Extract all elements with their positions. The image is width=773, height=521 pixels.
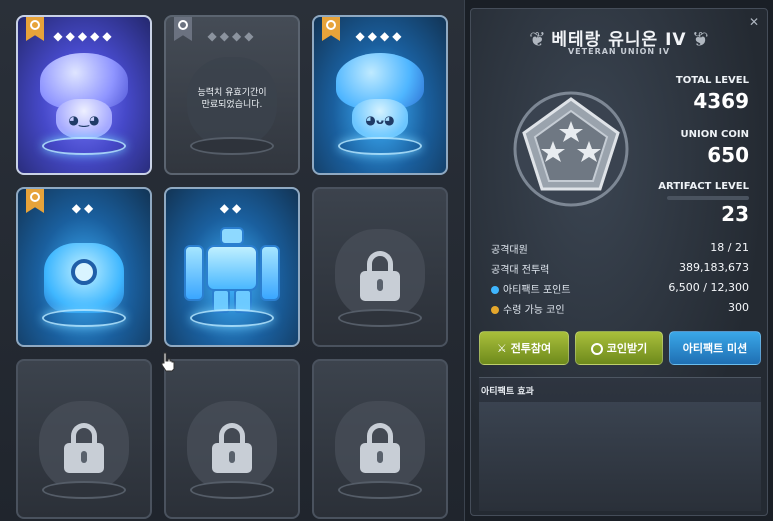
artifact-points-label: 아티팩트 포인트 <box>503 285 571 296</box>
pedestal <box>42 309 126 327</box>
pedestal <box>338 137 422 155</box>
artifact-card-5[interactable]: ◆◆ <box>164 187 300 347</box>
artifact-level-label: ARTIFACT LEVEL <box>658 181 749 192</box>
gem-icon <box>491 286 499 294</box>
pedestal <box>338 309 422 327</box>
artifact-stars: ◆◆◆◆◆ <box>53 29 115 43</box>
pedestal <box>190 309 274 327</box>
raid-members-label: 공격대원 <box>491 245 528 256</box>
artifact-card-7[interactable] <box>16 359 152 519</box>
artifact-mission-button[interactable]: 아티팩트 미션 <box>669 331 761 365</box>
artifact-stars: ◆◆ <box>219 201 245 215</box>
artifact-card-3[interactable]: ◆◆◆◆ ◕ᴗ◕ <box>312 15 448 175</box>
artifact-effect-list[interactable] <box>479 402 761 511</box>
artifact-stars: ◆◆◆◆ <box>355 29 405 43</box>
receivable-coin-label: 수령 가능 코인 <box>503 305 565 316</box>
join-battle-button[interactable]: ⚔ 전투참여 <box>479 331 569 365</box>
artifact-level-bar <box>667 196 749 200</box>
receivable-coin-row: 수령 가능 코인 300 <box>491 301 749 321</box>
artifact-effect-title: 아티팩트 효과 <box>481 387 534 397</box>
union-rank-emblem-icon <box>513 91 629 207</box>
coin-icon <box>491 306 499 314</box>
total-level-label: TOTAL LEVEL <box>675 75 749 86</box>
artifact-level-value: 23 <box>721 202 749 226</box>
artifact-card-2[interactable]: ◆◆◆◆ 능력치 유효기간이 만료되었습니다. <box>164 15 300 175</box>
union-coin-label: UNION COIN <box>680 129 750 140</box>
raid-members-value: 18 / 21 <box>710 241 749 254</box>
pedestal <box>338 481 422 499</box>
sword-icon: ⚔ <box>496 342 507 355</box>
artifact-card-1[interactable]: ◆◆◆◆◆ ◕‿◕ <box>16 15 152 175</box>
lock-icon <box>64 423 104 473</box>
hand-cursor-icon <box>161 352 175 372</box>
union-rank-subtitle: VETERAN UNION IV <box>567 47 671 56</box>
artifact-card-6[interactable] <box>312 187 448 347</box>
receive-coin-button[interactable]: 코인받기 <box>575 331 663 365</box>
total-level-value: 4369 <box>693 89 749 113</box>
artifact-stars: ◆◆ <box>71 201 97 215</box>
artifact-effect-panel: 아티팩트 효과 <box>479 377 761 511</box>
union-info-panel: ✕ ❦ ❦ 베테랑 유니온 IV VETERAN UNION IV TOTAL … <box>470 8 768 516</box>
lock-icon <box>212 423 252 473</box>
artifact-card-9[interactable] <box>312 359 448 519</box>
pedestal <box>190 481 274 499</box>
artifact-stars: ◆◆◆◆ <box>207 29 257 43</box>
lock-icon <box>360 423 400 473</box>
raid-info-box: 공격대원 18 / 21 공격대 전투력 389,183,673 아티팩트 포인… <box>479 235 761 323</box>
golem-artifact-icon <box>184 227 280 317</box>
union-coin-value: 650 <box>707 143 749 167</box>
artifact-points-value: 6,500 / 12,300 <box>668 281 749 294</box>
artifact-points-row: 아티팩트 포인트 6,500 / 12,300 <box>491 281 749 301</box>
lock-icon <box>360 251 400 301</box>
raid-power-value: 389,183,673 <box>679 261 749 274</box>
artifact-card-4[interactable]: ◆◆ <box>16 187 152 347</box>
artifact-grid: ◆◆◆◆◆ ◕‿◕ ◆◆◆◆ 능력치 유효기간이 만료되었습니다. ◆◆◆◆ ◕… <box>0 0 465 521</box>
raid-power-label: 공격대 전투력 <box>491 265 550 276</box>
raid-members-row: 공격대원 18 / 21 <box>491 241 749 261</box>
pedestal <box>42 137 126 155</box>
pedestal <box>190 137 274 155</box>
expired-message: 능력치 유효기간이 만료되었습니다. <box>197 88 267 110</box>
coin-icon <box>590 343 603 355</box>
artifact-card-8[interactable] <box>164 359 300 519</box>
raid-power-row: 공격대 전투력 389,183,673 <box>491 261 749 281</box>
receivable-coin-value: 300 <box>728 301 749 314</box>
pedestal <box>42 481 126 499</box>
